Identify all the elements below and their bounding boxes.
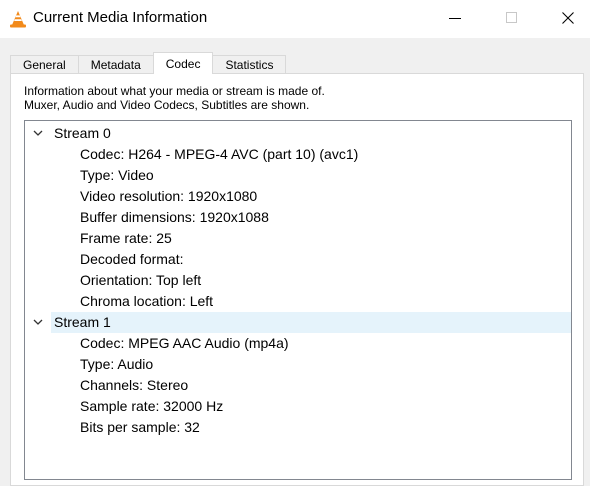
tree-item-label: Chroma location: Left [80,293,214,309]
vlc-cone-icon [10,11,26,28]
tree-item[interactable]: Orientation: Top left [25,270,571,291]
description-line-1: Information about what your media or str… [24,84,325,98]
tree-item-label: Decoded format: [80,251,184,267]
minimize-button[interactable] [432,0,478,36]
tree-item-label: Orientation: Top left [80,272,202,288]
tree-item[interactable]: Type: Video [25,165,571,186]
window-title: Current Media Information [33,9,208,26]
tree-item-label: Codec: H264 - MPEG-4 AVC (part 10) (avc1… [80,146,359,162]
title-bar: Current Media Information [0,0,590,38]
tab-statistics[interactable]: Statistics [212,55,287,74]
chevron-down-icon[interactable] [33,317,43,327]
tab-bar: General Metadata Codec Statistics [10,52,287,74]
stream-node[interactable]: Stream 0 [25,123,571,144]
tree-item[interactable]: Codec: H264 - MPEG-4 AVC (part 10) (avc1… [25,144,571,165]
tree-item[interactable]: Codec: MPEG AAC Audio (mp4a) [25,333,571,354]
codec-panel: Information about what your media or str… [10,73,584,486]
tree-item[interactable]: Buffer dimensions: 1920x1088 [25,207,571,228]
tree-item-label: Type: Audio [80,356,154,372]
tree-item[interactable]: Decoded format: [25,249,571,270]
tree-item[interactable]: Video resolution: 1920x1080 [25,186,571,207]
close-button[interactable] [545,0,590,36]
maximize-button[interactable] [489,0,535,36]
tab-metadata[interactable]: Metadata [77,55,154,74]
tree-item-label: Type: Video [80,167,154,183]
stream-label: Stream 0 [54,125,111,141]
tree-item-label: Bits per sample: 32 [80,419,200,435]
tab-codec[interactable]: Codec [152,52,214,74]
tree-item-label: Frame rate: 25 [80,230,172,246]
media-info-dialog: General Metadata Codec Statistics Inform… [0,38,590,486]
stream-label: Stream 1 [54,314,111,330]
tree-item-label: Sample rate: 32000 Hz [80,398,224,414]
description-line-2: Muxer, Audio and Video Codecs, Subtitles… [24,98,310,112]
codec-tree[interactable]: Stream 0 Codec: H264 - MPEG-4 AVC (part … [24,120,572,480]
minimize-icon [449,18,461,19]
tree-item-label: Codec: MPEG AAC Audio (mp4a) [80,335,289,351]
close-icon [562,12,574,24]
tree-item[interactable]: Frame rate: 25 [25,228,571,249]
tree-item[interactable]: Chroma location: Left [25,291,571,312]
codec-description: Information about what your media or str… [24,84,564,112]
tree-item-label: Channels: Stereo [80,377,189,393]
tree-item-label: Buffer dimensions: 1920x1088 [80,209,269,225]
maximize-icon [506,12,517,23]
tree-item[interactable]: Type: Audio [25,354,571,375]
tree-item[interactable]: Channels: Stereo [25,375,571,396]
tab-general[interactable]: General [10,55,79,74]
tree-item[interactable]: Bits per sample: 32 [25,417,571,438]
tree-item[interactable]: Sample rate: 32000 Hz [25,396,571,417]
tree-item-label: Video resolution: 1920x1080 [80,188,258,204]
chevron-down-icon[interactable] [33,128,43,138]
stream-node[interactable]: Stream 1 [33,312,571,333]
